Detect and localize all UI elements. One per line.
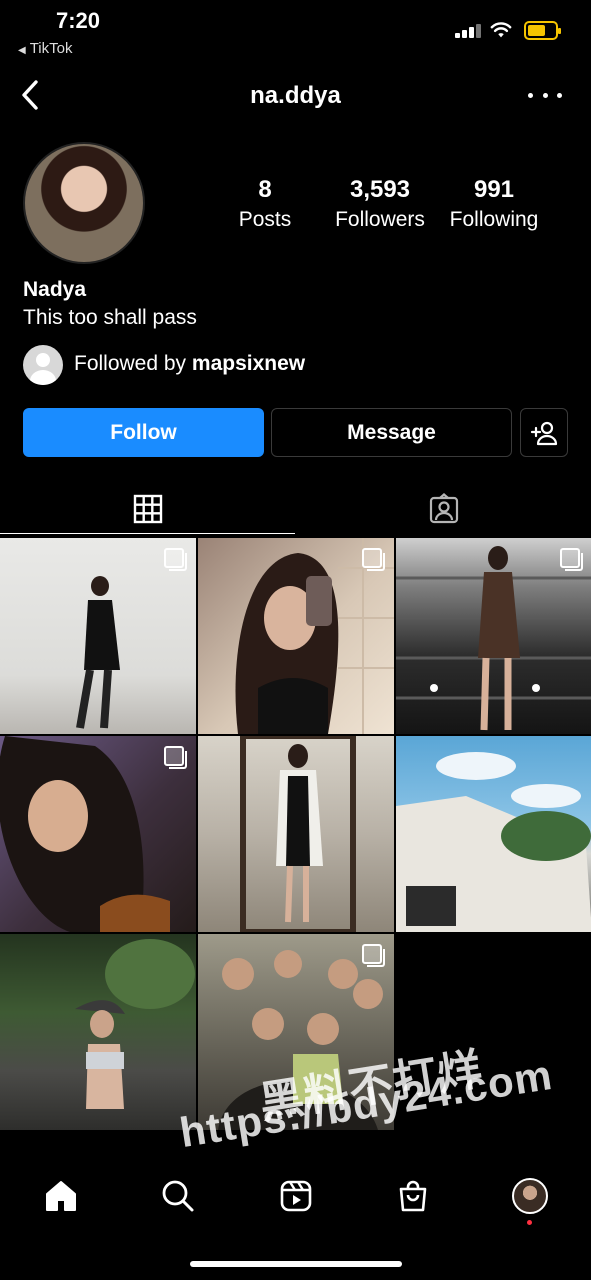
following-label: Following <box>449 208 539 231</box>
home-indicator[interactable] <box>190 1261 402 1267</box>
status-time: 7:20 <box>56 8 101 33</box>
back-app-label: TikTok <box>29 40 73 57</box>
post-image <box>396 752 591 932</box>
followers-label: Followers <box>335 208 425 231</box>
post-thumbnail[interactable] <box>0 934 196 1130</box>
post-thumbnail[interactable] <box>0 538 196 734</box>
suggested-accounts-button[interactable] <box>520 408 568 457</box>
post-thumbnail[interactable] <box>396 538 591 734</box>
followed-by-text[interactable]: Followed by mapsixnew <box>74 352 305 376</box>
more-options-button[interactable] <box>528 82 562 108</box>
profile-username: na.ddya <box>250 82 341 109</box>
post-thumbnail[interactable] <box>198 736 394 932</box>
home-icon <box>46 1181 76 1211</box>
nav-shop[interactable] <box>393 1176 433 1216</box>
post-image <box>240 736 356 932</box>
multiple-posts-icon <box>362 548 385 571</box>
shop-icon <box>399 1180 427 1212</box>
nav-profile[interactable] <box>512 1178 548 1214</box>
back-to-app-link[interactable]: ◀ TikTok <box>18 40 72 57</box>
tab-posts-grid[interactable] <box>0 484 295 534</box>
posts-stat[interactable]: 8 Posts <box>200 176 330 232</box>
followed-by-prefix: Followed by <box>74 352 187 375</box>
posts-count: 8 <box>258 176 272 203</box>
posts-label: Posts <box>238 208 292 231</box>
following-count: 991 <box>473 176 515 203</box>
followed-by-username: mapsixnew <box>191 352 306 375</box>
reels-icon <box>280 1180 312 1212</box>
back-triangle-icon: ◀ <box>18 45 26 56</box>
notification-dot <box>527 1220 532 1225</box>
message-button[interactable]: Message <box>271 408 512 457</box>
multiple-posts-icon <box>362 944 385 967</box>
tagged-icon <box>429 493 458 524</box>
followers-count: 3,593 <box>349 176 411 203</box>
following-stat[interactable]: 991 Following <box>429 176 559 232</box>
nav-search[interactable] <box>158 1176 198 1216</box>
multiple-posts-icon <box>164 548 187 571</box>
nav-home[interactable] <box>41 1176 81 1216</box>
follow-button[interactable]: Follow <box>23 408 264 457</box>
profile-avatar[interactable] <box>23 142 145 264</box>
battery-icon <box>524 21 561 40</box>
post-thumbnail[interactable] <box>0 736 196 932</box>
post-image <box>75 939 195 1109</box>
nav-reels[interactable] <box>276 1176 316 1216</box>
add-person-icon <box>530 421 558 445</box>
post-thumbnail[interactable] <box>198 538 394 734</box>
search-icon <box>162 1180 194 1212</box>
signal-icon <box>455 22 481 38</box>
more-icon <box>528 92 533 98</box>
battery-level <box>528 25 545 36</box>
wifi-icon <box>490 22 512 38</box>
follower-avatar[interactable] <box>23 345 63 385</box>
tab-tagged[interactable] <box>296 484 591 534</box>
grid-icon <box>133 494 162 523</box>
multiple-posts-icon <box>164 746 187 769</box>
post-thumbnail[interactable] <box>396 736 591 932</box>
multiple-posts-icon <box>560 548 583 571</box>
display-name: Nadya <box>23 278 87 301</box>
posts-grid <box>0 538 591 1132</box>
followers-stat[interactable]: 3,593 Followers <box>315 176 445 232</box>
bio-text: This too shall pass <box>23 306 197 329</box>
